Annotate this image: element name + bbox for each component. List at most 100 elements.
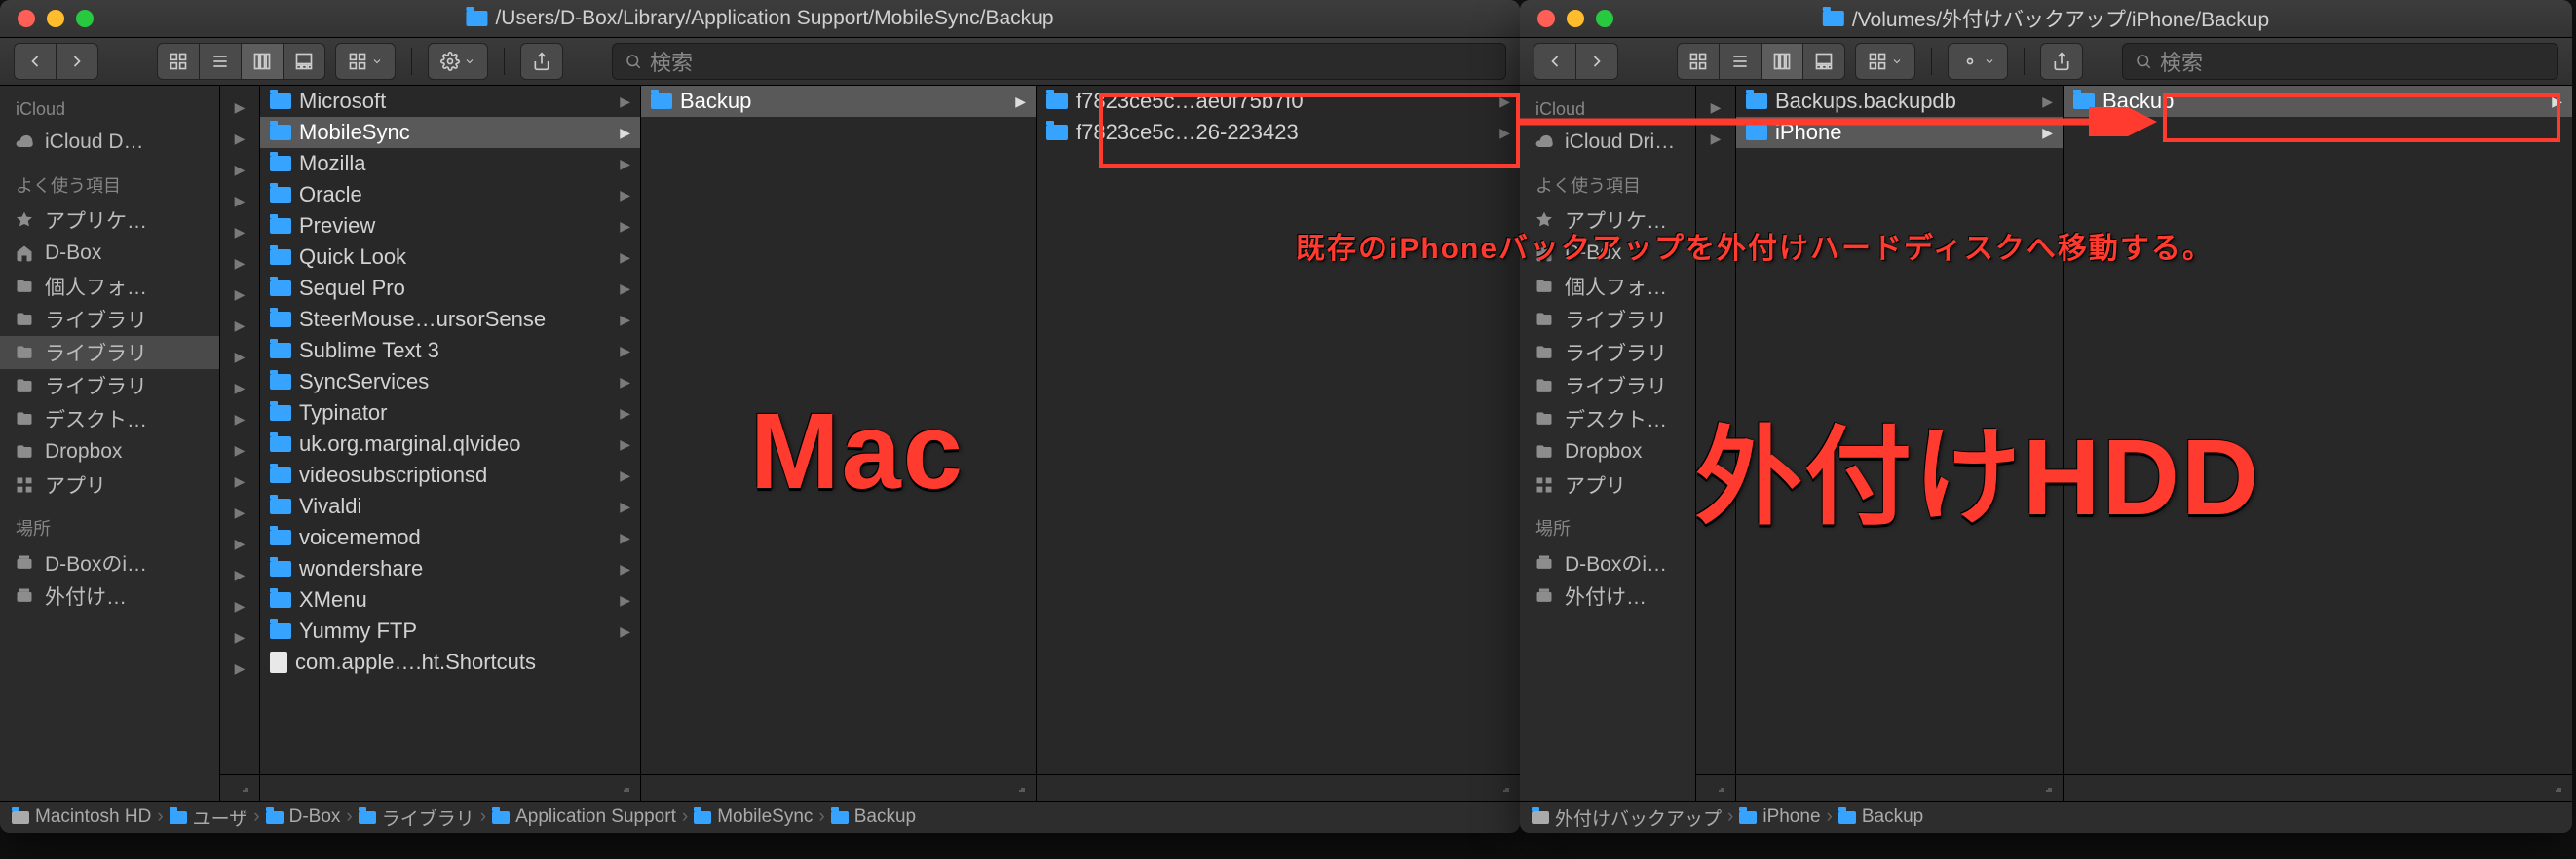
nav-arrow[interactable]: ▶ (220, 279, 259, 310)
sidebar-item[interactable]: iCloud D… (0, 126, 219, 159)
column-view-button[interactable] (1762, 43, 1803, 80)
nav-arrow[interactable]: ▶ (220, 466, 259, 497)
file-row[interactable]: wondershare▶ (260, 553, 640, 584)
path-segment[interactable]: ユーザ (170, 804, 248, 831)
minimize-button[interactable] (47, 10, 64, 27)
nav-arrow[interactable]: ▶ (220, 216, 259, 247)
file-row[interactable]: iPhone▶ (1736, 117, 2063, 148)
file-row[interactable]: f7823ce5c…ae0f75b7f0▶ (1037, 86, 1520, 117)
minimize-button[interactable] (1567, 10, 1584, 27)
nav-arrow[interactable]: ▶ (220, 247, 259, 279)
sidebar-item[interactable]: ライブラリ (1520, 369, 1695, 402)
sidebar-item[interactable]: 個人フォ… (0, 270, 219, 303)
sidebar-item[interactable]: デスクト… (1520, 402, 1695, 435)
nav-arrow[interactable]: ▶ (220, 185, 259, 216)
sidebar-item[interactable]: D-Box (1520, 237, 1695, 270)
nav-arrow[interactable]: ▶ (220, 372, 259, 403)
sidebar-item[interactable]: D-Box (0, 237, 219, 270)
sidebar-item[interactable]: D-Boxのi… (1520, 546, 1695, 579)
file-row[interactable]: SteerMouse…ursorSense▶ (260, 304, 640, 335)
close-button[interactable] (1537, 10, 1555, 27)
path-segment[interactable]: MobileSync (694, 806, 813, 828)
forward-button[interactable] (1576, 43, 1618, 80)
sidebar-item[interactable]: ライブラリ (1520, 336, 1695, 369)
file-row[interactable]: Backup▶ (2064, 86, 2572, 117)
search-field[interactable]: 検索 (612, 43, 1506, 80)
sidebar-item[interactable]: ライブラリ (1520, 303, 1695, 336)
nav-arrow[interactable]: ▶ (1696, 92, 1735, 123)
nav-arrow[interactable]: ▶ (220, 403, 259, 434)
file-row[interactable]: videosubscriptionsd▶ (260, 460, 640, 491)
file-row[interactable]: com.apple….ht.Shortcuts (260, 647, 640, 678)
nav-arrow[interactable]: ▶ (220, 92, 259, 123)
file-row[interactable]: Typinator▶ (260, 397, 640, 429)
nav-arrow[interactable]: ▶ (220, 590, 259, 621)
sidebar-item[interactable]: デスクト… (0, 402, 219, 435)
gallery-view-button[interactable] (284, 43, 325, 80)
close-button[interactable] (18, 10, 35, 27)
list-view-button[interactable] (200, 43, 242, 80)
nav-arrow[interactable]: ▶ (220, 123, 259, 154)
sidebar-item[interactable]: 外付け… (0, 579, 219, 613)
sidebar-item[interactable]: アプリ (0, 468, 219, 502)
file-row[interactable]: Quick Look▶ (260, 242, 640, 273)
file-row[interactable]: voicememod▶ (260, 522, 640, 553)
list-view-button[interactable] (1720, 43, 1762, 80)
sidebar-item[interactable]: ライブラリ (0, 369, 219, 402)
file-row[interactable]: Sequel Pro▶ (260, 273, 640, 304)
forward-button[interactable] (57, 43, 98, 80)
file-row[interactable]: Vivaldi▶ (260, 491, 640, 522)
nav-arrow[interactable]: ▶ (220, 653, 259, 684)
path-segment[interactable]: Macintosh HD (12, 806, 151, 828)
nav-arrow[interactable]: ▶ (220, 559, 259, 590)
file-row[interactable]: uk.org.marginal.qlvideo▶ (260, 429, 640, 460)
zoom-button[interactable] (1596, 10, 1613, 27)
sidebar-item[interactable]: Dropbox (0, 435, 219, 468)
column-view-button[interactable] (242, 43, 284, 80)
sidebar-item[interactable]: アプリケ… (0, 204, 219, 237)
nav-arrow[interactable]: ▶ (220, 434, 259, 466)
arrange-button[interactable] (1855, 43, 1915, 80)
sidebar-item[interactable]: iCloud Dri… (1520, 126, 1695, 159)
titlebar[interactable]: /Users/D-Box/Library/Application Support… (0, 0, 1520, 38)
path-segment[interactable]: ライブラリ (359, 804, 474, 831)
titlebar[interactable]: /Volumes/外付けバックアップ/iPhone/Backup (1520, 0, 2572, 38)
file-row[interactable]: f7823ce5c…26-223423▶ (1037, 117, 1520, 148)
file-row[interactable]: Mozilla▶ (260, 148, 640, 179)
file-row[interactable]: Backup▶ (641, 86, 1036, 117)
sidebar-item[interactable]: Dropbox (1520, 435, 1695, 468)
file-row[interactable]: SyncServices▶ (260, 366, 640, 397)
nav-arrow[interactable]: ▶ (220, 621, 259, 653)
file-row[interactable]: MobileSync▶ (260, 117, 640, 148)
gallery-view-button[interactable] (1803, 43, 1845, 80)
back-button[interactable] (1534, 43, 1576, 80)
path-segment[interactable]: Application Support (492, 806, 676, 828)
nav-arrow[interactable]: ▶ (220, 528, 259, 559)
back-button[interactable] (14, 43, 57, 80)
search-field[interactable]: 検索 (2122, 43, 2558, 80)
path-segment[interactable]: iPhone (1739, 806, 1820, 828)
file-row[interactable]: XMenu▶ (260, 584, 640, 616)
share-button[interactable] (2040, 43, 2083, 80)
icon-view-button[interactable] (157, 43, 200, 80)
path-segment[interactable]: D-Box (266, 806, 341, 828)
path-segment[interactable]: Backup (1838, 806, 1923, 828)
sidebar-item[interactable]: ライブラリ (0, 303, 219, 336)
action-button[interactable] (428, 43, 488, 80)
nav-arrow[interactable]: ▶ (220, 497, 259, 528)
file-row[interactable]: Yummy FTP▶ (260, 616, 640, 647)
path-segment[interactable]: Backup (831, 806, 916, 828)
sidebar-item[interactable]: D-Boxのi… (0, 546, 219, 579)
file-row[interactable]: Backups.backupdb▶ (1736, 86, 2063, 117)
sidebar-item[interactable]: 個人フォ… (1520, 270, 1695, 303)
file-row[interactable]: Sublime Text 3▶ (260, 335, 640, 366)
sidebar-item[interactable]: ライブラリ (0, 336, 219, 369)
icon-view-button[interactable] (1677, 43, 1720, 80)
action-button[interactable] (1948, 43, 2008, 80)
share-button[interactable] (520, 43, 563, 80)
sidebar-item[interactable]: 外付け… (1520, 579, 1695, 613)
sidebar-item[interactable]: アプリ (1520, 468, 1695, 502)
file-row[interactable]: Microsoft▶ (260, 86, 640, 117)
nav-arrow[interactable]: ▶ (220, 154, 259, 185)
sidebar-item[interactable]: アプリケ… (1520, 204, 1695, 237)
